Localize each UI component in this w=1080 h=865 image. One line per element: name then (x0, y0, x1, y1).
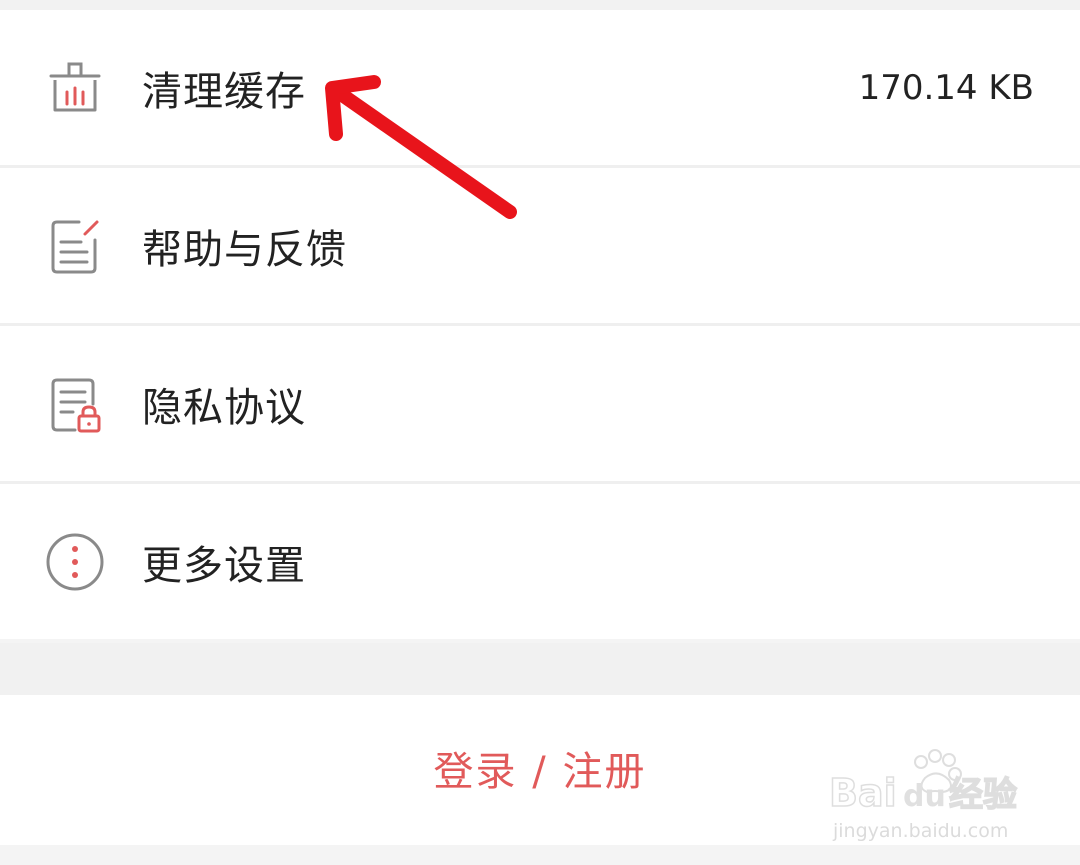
menu-label-more-settings: 更多设置 (142, 542, 306, 589)
top-divider-strip (0, 0, 1080, 10)
cache-size-value: 170.14 KB (858, 67, 1034, 108)
menu-item-help-feedback[interactable]: 帮助与反馈 (0, 168, 1080, 326)
feedback-edit-icon (44, 215, 106, 277)
bottom-strip (0, 845, 1080, 865)
menu-item-clear-cache[interactable]: 清理缓存 170.14 KB (0, 10, 1080, 168)
menu-label-clear-cache: 清理缓存 (142, 68, 306, 115)
document-lock-icon (44, 373, 106, 435)
menu-item-privacy-policy[interactable]: 隐私协议 (0, 326, 1080, 484)
settings-screen: 清理缓存 170.14 KB 帮助与反馈 隐私协议 更多设置 登录 / 注册 B… (0, 0, 1080, 865)
menu-label-help-feedback: 帮助与反馈 (142, 226, 347, 273)
menu-label-privacy-policy: 隐私协议 (142, 384, 306, 431)
menu-item-more-settings[interactable]: 更多设置 (0, 484, 1080, 639)
more-vertical-icon (44, 531, 106, 593)
section-gap (0, 643, 1080, 695)
settings-menu-list: 清理缓存 170.14 KB 帮助与反馈 隐私协议 更多设置 (0, 10, 1080, 639)
login-register-button[interactable]: 登录 / 注册 (434, 739, 647, 797)
broom-icon (44, 57, 106, 119)
login-section: 登录 / 注册 (0, 695, 1080, 845)
